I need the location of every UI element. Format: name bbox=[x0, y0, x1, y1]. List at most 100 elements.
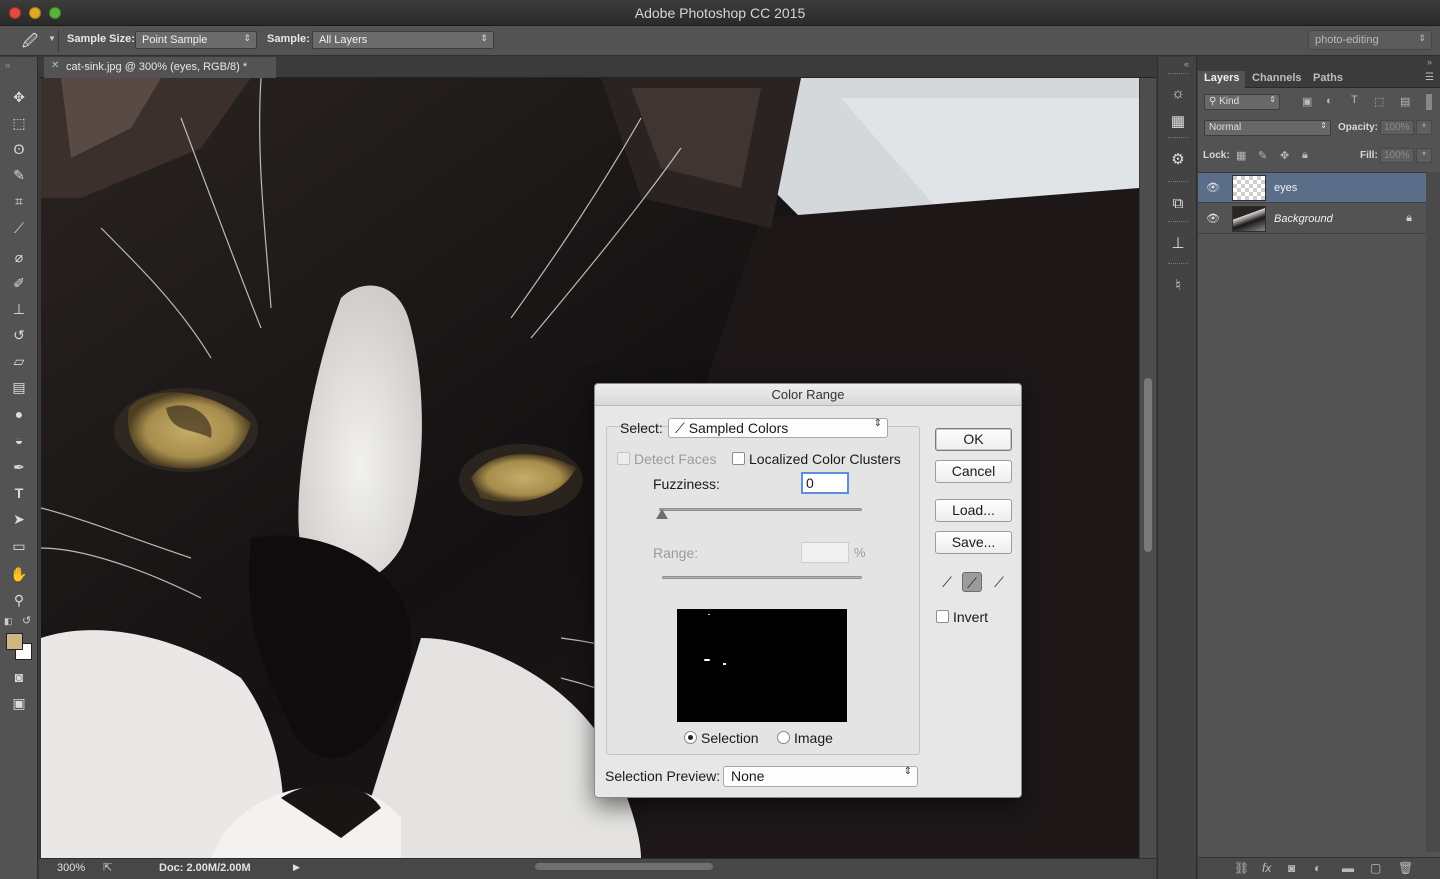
tab-paths[interactable]: Paths bbox=[1307, 71, 1349, 88]
delete-layer-icon[interactable]: 🗑︎ bbox=[1398, 861, 1413, 875]
panel-menu-icon[interactable]: ☰ bbox=[1425, 72, 1434, 83]
detect-faces-checkbox[interactable] bbox=[617, 452, 630, 465]
history-brush-tool-icon[interactable]: ↺ bbox=[8, 324, 30, 346]
marquee-tool-icon[interactable]: ⬚ bbox=[8, 112, 30, 134]
layer-row-background[interactable]: 👁︎ Background 🔒︎ bbox=[1198, 204, 1426, 234]
fuzziness-slider-track[interactable] bbox=[659, 508, 862, 511]
new-group-icon[interactable]: ▬ bbox=[1342, 861, 1354, 875]
clone-stamp-tool-icon[interactable]: ⊥ bbox=[8, 298, 30, 320]
foreground-color-swatch[interactable] bbox=[6, 633, 23, 650]
dodge-tool-icon[interactable]: ◒ bbox=[8, 429, 30, 451]
adjustment-layer-icon[interactable]: ◐ bbox=[1314, 861, 1321, 875]
zoom-level[interactable]: 300% bbox=[57, 862, 85, 874]
load-button[interactable]: Load... bbox=[935, 499, 1012, 522]
move-tool-icon[interactable]: ✥ bbox=[8, 86, 30, 108]
horizontal-scrollbar-thumb[interactable] bbox=[535, 863, 713, 870]
adjustment-filter-icon[interactable]: ◐ bbox=[1326, 95, 1333, 107]
lasso-tool-icon[interactable]: ʘ bbox=[8, 138, 30, 160]
invert-checkbox[interactable] bbox=[936, 610, 949, 623]
preset-chevron-icon[interactable]: ▼ bbox=[48, 34, 56, 43]
tab-layers[interactable]: Layers bbox=[1198, 71, 1246, 88]
fuzziness-input[interactable]: 0 bbox=[801, 472, 849, 494]
opacity-dropdown-icon[interactable]: ▾ bbox=[1416, 120, 1432, 135]
close-tab-icon[interactable]: ✕ bbox=[51, 60, 59, 71]
subtract-from-sample-eyedropper-icon[interactable]: ⟋ bbox=[989, 572, 1009, 592]
layer-name[interactable]: eyes bbox=[1274, 182, 1297, 194]
layer-style-icon[interactable]: fx bbox=[1262, 861, 1271, 875]
collapse-toolbar-icon[interactable]: » bbox=[5, 60, 10, 70]
lock-position-icon[interactable]: ✥ bbox=[1280, 149, 1289, 162]
fill-field[interactable]: 100% bbox=[1380, 148, 1414, 163]
type-tool-icon[interactable]: T bbox=[8, 482, 30, 504]
fuzziness-slider-thumb[interactable] bbox=[656, 509, 668, 519]
layer-row-eyes[interactable]: 👁︎ eyes bbox=[1198, 173, 1426, 203]
eraser-tool-icon[interactable]: ▱ bbox=[8, 350, 30, 372]
brush-tool-icon[interactable]: ✐ bbox=[8, 272, 30, 294]
screen-mode-icon[interactable]: ▣ bbox=[8, 692, 30, 714]
eyedropper-preset-icon[interactable]: 🖉︎ bbox=[22, 31, 44, 51]
layer-name[interactable]: Background bbox=[1274, 213, 1333, 225]
fill-dropdown-icon[interactable]: ▾ bbox=[1416, 148, 1432, 163]
view-image-radio[interactable] bbox=[777, 731, 790, 744]
view-selection-radio[interactable] bbox=[684, 731, 697, 744]
type-filter-icon[interactable]: T bbox=[1351, 94, 1358, 106]
history-icon[interactable]: ♮ bbox=[1167, 275, 1189, 297]
export-icon[interactable]: ⇱ bbox=[103, 861, 112, 874]
status-menu-arrow-icon[interactable]: ▶ bbox=[293, 862, 300, 873]
layers-scrollbar[interactable] bbox=[1426, 172, 1440, 852]
lock-all-icon[interactable]: 🔒︎ bbox=[1302, 149, 1308, 162]
sample-size-select[interactable]: Point Sample ⇕ bbox=[135, 31, 257, 49]
smart-object-filter-icon[interactable]: ▤ bbox=[1400, 95, 1410, 108]
workspace-select[interactable]: photo-editing ⇕ bbox=[1308, 30, 1432, 50]
eyedropper-tool-icon[interactable]: ⟋ bbox=[8, 217, 30, 239]
path-selection-tool-icon[interactable]: ➤ bbox=[8, 508, 30, 530]
range-slider-track[interactable] bbox=[662, 576, 862, 579]
shape-filter-icon[interactable]: ⬚ bbox=[1374, 95, 1384, 108]
lock-image-icon[interactable]: ✎ bbox=[1258, 149, 1267, 162]
swap-colors-icon[interactable]: ↺ bbox=[22, 614, 31, 627]
blend-mode-select[interactable]: Normal ⇕ bbox=[1204, 120, 1331, 136]
filter-toggle[interactable] bbox=[1426, 94, 1432, 110]
quick-selection-tool-icon[interactable]: ✎ bbox=[8, 164, 30, 186]
rectangle-tool-icon[interactable]: ▭ bbox=[8, 535, 30, 557]
histogram-icon[interactable]: ▦ bbox=[1167, 111, 1189, 133]
add-mask-icon[interactable]: ◙ bbox=[1288, 861, 1295, 875]
collapse-dock-icon[interactable]: « bbox=[1184, 59, 1189, 69]
save-button[interactable]: Save... bbox=[935, 531, 1012, 554]
brightness-adjustment-icon[interactable]: ☼ bbox=[1167, 83, 1189, 105]
ok-button[interactable]: OK bbox=[935, 428, 1012, 451]
range-input[interactable] bbox=[801, 542, 849, 563]
crop-tool-icon[interactable]: ⌗ bbox=[8, 190, 30, 212]
brush-presets-icon[interactable]: ⊥ bbox=[1167, 233, 1189, 255]
eyedropper-icon[interactable]: ⟋ bbox=[937, 572, 957, 592]
select-dropdown[interactable]: ⟋ Sampled Colors ⇕ bbox=[668, 418, 888, 438]
localized-color-clusters-checkbox[interactable] bbox=[732, 452, 745, 465]
blur-tool-icon[interactable]: ● bbox=[8, 403, 30, 425]
document-tab[interactable]: ✕ cat-sink.jpg @ 300% (eyes, RGB/8) * bbox=[44, 57, 276, 78]
collapse-panel-icon[interactable]: » bbox=[1427, 57, 1432, 67]
filter-kind-select[interactable]: ⚲ Kind ⇕ bbox=[1204, 94, 1280, 110]
scrollbar-thumb[interactable] bbox=[1144, 378, 1152, 552]
sample-select[interactable]: All Layers ⇕ bbox=[312, 31, 494, 49]
new-layer-icon[interactable]: ▢ bbox=[1370, 861, 1381, 875]
dialog-title-bar[interactable]: Color Range bbox=[595, 384, 1021, 406]
pen-tool-icon[interactable]: ✒ bbox=[8, 456, 30, 478]
pixel-filter-icon[interactable]: ▣ bbox=[1302, 95, 1312, 108]
lock-transparency-icon[interactable]: ▦ bbox=[1236, 149, 1246, 162]
healing-brush-tool-icon[interactable]: ⌀ bbox=[8, 246, 30, 268]
visibility-eye-icon[interactable]: 👁︎ bbox=[1206, 212, 1220, 225]
visibility-eye-icon[interactable]: 👁︎ bbox=[1206, 181, 1220, 194]
zoom-tool-icon[interactable]: ⚲ bbox=[8, 589, 30, 611]
properties-icon[interactable]: ⚙ bbox=[1167, 149, 1189, 171]
clone-source-icon[interactable]: ⧉ bbox=[1167, 193, 1189, 215]
hand-tool-icon[interactable]: ✋ bbox=[8, 563, 30, 585]
add-to-sample-eyedropper-icon[interactable]: ⟋ bbox=[962, 572, 982, 592]
tab-channels[interactable]: Channels bbox=[1246, 71, 1308, 88]
cancel-button[interactable]: Cancel bbox=[935, 460, 1012, 483]
default-colors-icon[interactable]: ◧ bbox=[4, 616, 13, 627]
gradient-tool-icon[interactable]: ▤ bbox=[8, 376, 30, 398]
quick-mask-icon[interactable]: ◙ bbox=[8, 666, 30, 688]
link-layers-icon[interactable]: ⛓ bbox=[1234, 861, 1249, 875]
selection-preview-select[interactable]: None ⇕ bbox=[723, 766, 918, 787]
opacity-field[interactable]: 100% bbox=[1380, 120, 1414, 135]
